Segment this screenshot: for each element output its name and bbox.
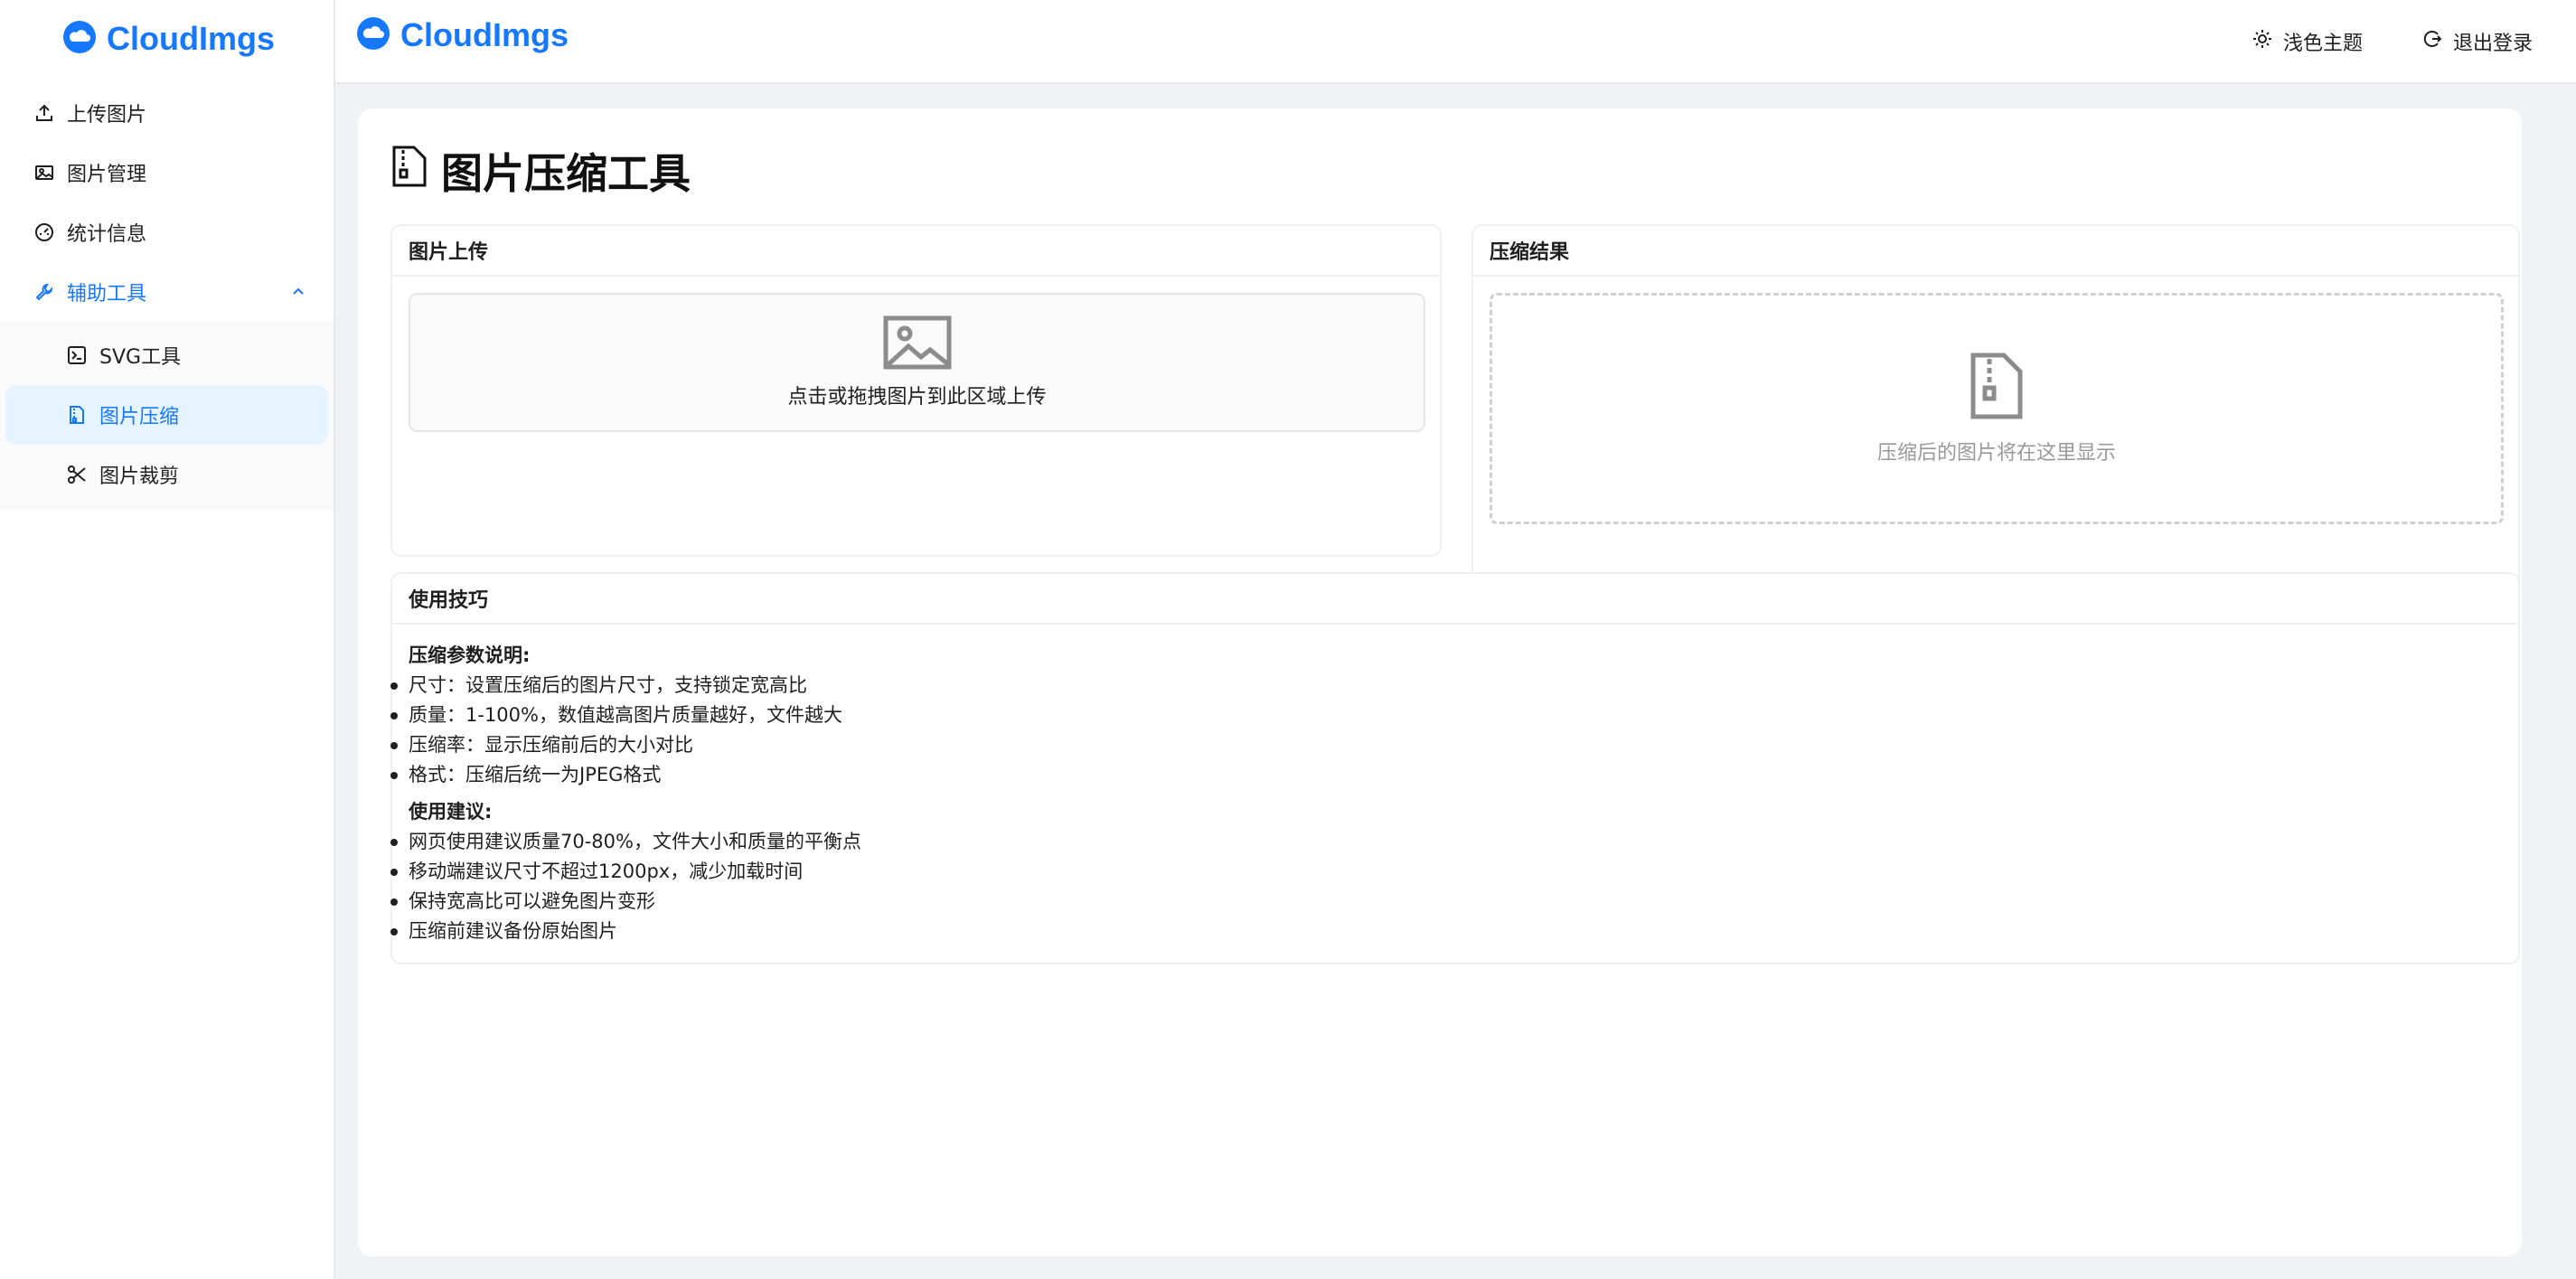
cloud-logo-icon (357, 17, 390, 53)
file-zip-icon (1970, 352, 2024, 424)
top-header: CloudImgs 浅色主题 退出登录 (335, 0, 2576, 84)
logout-button[interactable]: 退出登录 (2422, 27, 2533, 56)
page-title-text: 图片压缩工具 (441, 149, 691, 198)
list-item: 压缩率：显示压缩前后的大小对比 (390, 730, 2518, 760)
brand-name: CloudImgs (107, 20, 275, 57)
file-zip-icon (67, 405, 87, 425)
upload-card-title: 图片上传 (392, 226, 1440, 277)
theme-label: 浅色主题 (2282, 33, 2363, 55)
params-heading: 压缩参数说明: (409, 644, 531, 666)
chevron-up-icon[interactable] (290, 282, 306, 305)
header-actions: 浅色主题 退出登录 (2193, 27, 2533, 56)
sidebar-item-label: 图片管理 (67, 164, 147, 186)
sidebar-item-label: SVG工具 (99, 346, 182, 369)
tips-card: 使用技巧 压缩参数说明: 尺寸：设置压缩后的图片尺寸，支持锁定宽高比 质量：1-… (390, 572, 2520, 964)
list-item: 质量：1-100%，数值越高图片质量越好，文件越大 (390, 701, 2518, 730)
list-item: 格式：压缩后统一为JPEG格式 (390, 760, 2518, 790)
sidebar: CloudImgs 上传图片 图片管理 统计信息 辅助工具 SVG工具 图片压缩… (0, 0, 335, 1279)
scissor-icon (67, 465, 87, 484)
dashboard-icon (34, 222, 54, 242)
advice-list: 网页使用建议质量70-80%，文件大小和质量的平衡点 移动端建议尺寸不超过120… (390, 827, 2518, 946)
list-item: 保持宽高比可以避免图片变形 (390, 887, 2518, 917)
picture-icon (883, 315, 952, 373)
sidebar-item-label: 图片裁剪 (99, 466, 180, 488)
sidebar-submenu-tools: SVG工具 图片压缩 图片裁剪 (0, 322, 334, 510)
sidebar-item-svg-tool[interactable]: SVG工具 (0, 325, 334, 385)
image-icon (34, 163, 54, 183)
logout-icon (2422, 29, 2453, 54)
result-card-title: 压缩结果 (1473, 226, 2518, 277)
sidebar-item-label: 统计信息 (67, 223, 147, 246)
list-item: 尺寸：设置压缩后的图片尺寸，支持锁定宽高比 (390, 671, 2518, 701)
sidebar-item-upload[interactable]: 上传图片 (0, 83, 334, 143)
upload-icon (34, 103, 54, 123)
upload-dropzone[interactable]: 点击或拖拽图片到此区域上传 (409, 293, 1425, 432)
sidebar-item-tools[interactable]: 辅助工具 (0, 262, 334, 322)
sidebar-item-image-compress[interactable]: 图片压缩 (5, 385, 328, 445)
sidebar-menu: 上传图片 图片管理 统计信息 辅助工具 SVG工具 图片压缩 图片裁剪 (0, 83, 334, 510)
file-zip-icon (390, 145, 441, 198)
advice-heading: 使用建议: (409, 801, 493, 823)
logout-label: 退出登录 (2452, 33, 2533, 55)
sidebar-item-label: 辅助工具 (67, 283, 147, 306)
sidebar-item-image-crop[interactable]: 图片裁剪 (0, 445, 334, 504)
sidebar-item-label: 图片压缩 (99, 406, 180, 428)
upload-hint: 点击或拖拽图片到此区域上传 (787, 386, 1047, 409)
tips-card-title: 使用技巧 (392, 574, 2518, 625)
main-content: 图片压缩工具 图片上传 点击或拖拽图片到此区域上传 压缩结果 压缩后的图片将在这… (358, 108, 2522, 1256)
result-placeholder: 压缩后的图片将在这里显示 (1490, 293, 2504, 524)
sidebar-item-stats[interactable]: 统计信息 (0, 202, 334, 262)
list-item: 压缩前建议备份原始图片 (390, 917, 2518, 946)
sun-icon (2252, 29, 2283, 54)
theme-toggle-button[interactable]: 浅色主题 (2252, 27, 2363, 56)
sidebar-logo[interactable]: CloudImgs (63, 20, 275, 58)
tips-body: 压缩参数说明: 尺寸：设置压缩后的图片尺寸，支持锁定宽高比 质量：1-100%，… (390, 625, 2518, 946)
sidebar-item-image-manage[interactable]: 图片管理 (0, 143, 334, 202)
tool-icon (34, 282, 54, 302)
cloud-logo-icon (63, 21, 96, 57)
result-placeholder-text: 压缩后的图片将在这里显示 (1876, 442, 2116, 465)
code-icon (67, 345, 87, 365)
brand-name: CloudImgs (400, 16, 569, 53)
sidebar-item-label: 上传图片 (67, 104, 147, 127)
params-list: 尺寸：设置压缩后的图片尺寸，支持锁定宽高比 质量：1-100%，数值越高图片质量… (390, 671, 2518, 790)
app-root: CloudImgs 上传图片 图片管理 统计信息 辅助工具 SVG工具 图片压缩… (0, 0, 2576, 1279)
page-title: 图片压缩工具 (390, 141, 691, 201)
list-item: 网页使用建议质量70-80%，文件大小和质量的平衡点 (390, 827, 2518, 857)
header-logo[interactable]: CloudImgs (357, 16, 569, 54)
list-item: 移动端建议尺寸不超过1200px，减少加载时间 (390, 857, 2518, 887)
upload-card: 图片上传 点击或拖拽图片到此区域上传 (390, 224, 1442, 557)
